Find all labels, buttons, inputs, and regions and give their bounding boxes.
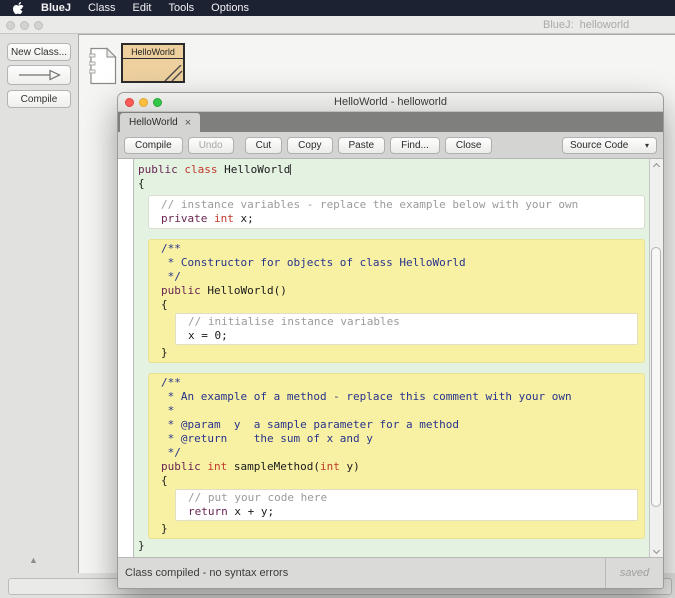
cut-button[interactable]: Cut	[245, 137, 283, 154]
text-caret	[290, 164, 291, 175]
apple-icon[interactable]	[13, 2, 24, 15]
undo-button[interactable]: Undo	[188, 137, 234, 154]
main-window-titlebar[interactable]: BlueJ: helloworld	[0, 16, 675, 34]
status-message: Class compiled - no syntax errors	[118, 567, 605, 579]
uses-arrow-icon	[16, 69, 62, 81]
code-line: /**	[149, 242, 644, 256]
save-state-label: saved	[605, 558, 663, 588]
code-line: public int sampleMethod(int y)	[149, 460, 644, 474]
code-line: {	[149, 298, 644, 312]
code-line: }	[149, 346, 644, 360]
copy-button[interactable]: Copy	[287, 137, 332, 154]
tab-close-icon[interactable]: ×	[185, 117, 191, 129]
menu-bar: BlueJ Class Edit Tools Options	[0, 0, 675, 16]
scroll-up-icon[interactable]	[653, 163, 660, 170]
statement-scope-box: // initialise instance variablesx = 0;	[175, 313, 638, 345]
view-selector-value: Source Code	[570, 140, 628, 151]
tab-label: HelloWorld	[129, 117, 178, 128]
editor-window: HelloWorld - helloworld HelloWorld × Com…	[117, 92, 664, 589]
screen: BlueJ Class Edit Tools Options BlueJ: hellow…	[0, 0, 675, 598]
close-button[interactable]: Close	[445, 137, 493, 154]
class-box-helloworld[interactable]: HelloWorld	[121, 43, 185, 83]
code-line: {	[134, 177, 649, 191]
code-area: public class HelloWorld{// instance vari…	[118, 159, 663, 557]
code-line: // put your code here	[176, 491, 637, 505]
compile-button[interactable]: Compile	[124, 137, 183, 154]
uses-arrow-button[interactable]	[7, 65, 71, 85]
menu-bar-items: BlueJ Class Edit Tools Options	[41, 0, 249, 16]
code-line: * Constructor for objects of class Hello…	[149, 256, 644, 270]
main-minimize-button[interactable]	[20, 21, 29, 30]
code-line: // initialise instance variables	[176, 315, 637, 329]
statement-scope-box: // put your code herereturn x + y;	[175, 489, 638, 521]
vertical-scrollbar[interactable]	[649, 159, 663, 557]
editor-tab-bar: HelloWorld ×	[118, 112, 663, 132]
code-line: {	[149, 474, 644, 488]
main-left-toolbar: New Class... Compile	[0, 34, 78, 598]
breakpoint-margin[interactable]	[118, 159, 134, 557]
code-line: public class HelloWorld	[134, 163, 649, 177]
find-button[interactable]: Find...	[390, 137, 440, 154]
main-window-title: BlueJ: helloworld	[543, 19, 629, 31]
code-line: }	[134, 539, 649, 553]
code-line: // instance variables - replace the exam…	[149, 198, 644, 212]
main-close-button[interactable]	[6, 21, 15, 30]
chevron-down-icon: ▾	[645, 141, 649, 150]
tab-helloworld[interactable]: HelloWorld ×	[120, 113, 200, 132]
bench-expander-triangle[interactable]: ▲	[29, 555, 38, 565]
menu-item-bluej[interactable]: BlueJ	[41, 0, 71, 16]
editor-window-title: HelloWorld - helloworld	[118, 96, 663, 108]
code-line: * @param y a sample parameter for a meth…	[149, 418, 644, 432]
statement-scope-box: // instance variables - replace the exam…	[148, 195, 645, 229]
code-content[interactable]: public class HelloWorld{// instance vari…	[134, 159, 649, 557]
menu-item-options[interactable]: Options	[211, 0, 249, 16]
code-line: * @return the sum of x and y	[149, 432, 644, 446]
code-line: /**	[149, 376, 644, 390]
editor-toolbar: Compile Undo CutCopy PasteFind... Close Sour…	[118, 132, 663, 159]
class-corner-stripes-icon	[161, 65, 183, 81]
menu-item-tools[interactable]: Tools	[168, 0, 194, 16]
compile-project-button[interactable]: Compile	[7, 90, 71, 108]
menu-item-class[interactable]: Class	[88, 0, 116, 16]
scroll-down-icon[interactable]	[653, 547, 660, 554]
class-box-name: HelloWorld	[123, 45, 183, 59]
view-selector-dropdown[interactable]: Source Code ▾	[562, 137, 657, 154]
code-line: *	[149, 404, 644, 418]
editor-status-bar: Class compiled - no syntax errors saved	[118, 557, 663, 588]
paste-button[interactable]: Paste	[338, 137, 386, 154]
code-line: */	[149, 446, 644, 460]
code-line: }	[149, 522, 644, 536]
code-line: x = 0;	[176, 329, 637, 343]
code-line: * An example of a method - replace this …	[149, 390, 644, 404]
menu-item-edit[interactable]: Edit	[132, 0, 151, 16]
main-zoom-button[interactable]	[34, 21, 43, 30]
readme-note-icon[interactable]	[89, 47, 117, 90]
code-line: */	[149, 270, 644, 284]
scrollbar-thumb[interactable]	[651, 247, 661, 507]
method-scope-box: /** * Constructor for objects of class H…	[148, 239, 645, 363]
code-line: return x + y;	[176, 505, 637, 519]
method-scope-box: /** * An example of a method - replace t…	[148, 373, 645, 539]
editor-titlebar[interactable]: HelloWorld - helloworld	[118, 93, 663, 112]
code-line: private int x;	[149, 212, 644, 226]
new-class-button[interactable]: New Class...	[7, 43, 71, 61]
code-line: public HelloWorld()	[149, 284, 644, 298]
